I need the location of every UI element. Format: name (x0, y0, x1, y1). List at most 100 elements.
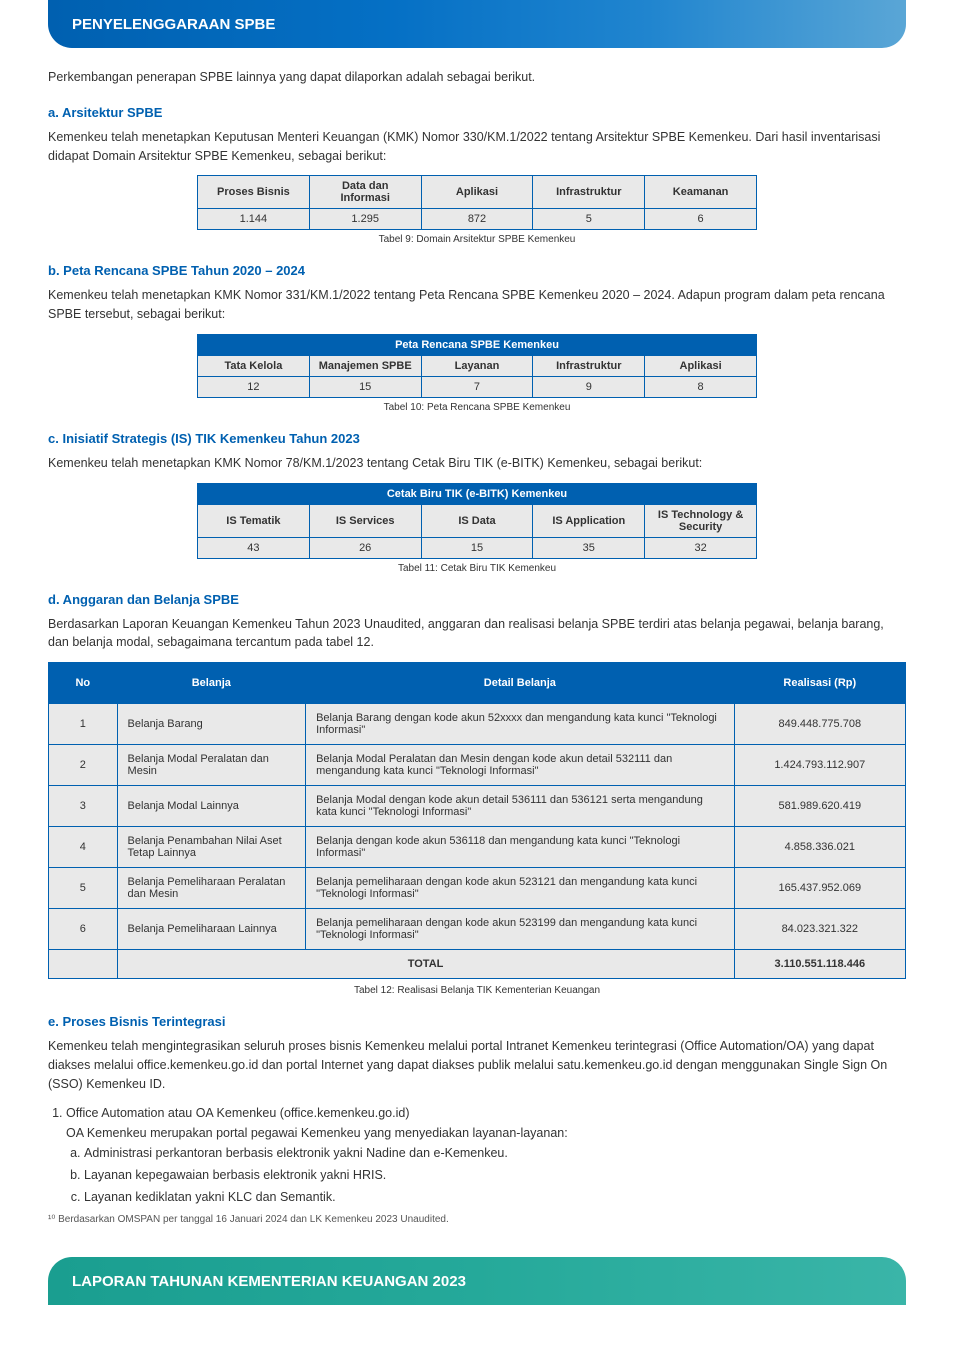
td: 9 (533, 376, 645, 397)
td: Belanja Modal Peralatan dan Mesin (117, 745, 306, 786)
th: Belanja (117, 663, 306, 704)
table-row: 43 26 15 35 32 (198, 537, 757, 558)
td: 4.858.336.021 (734, 827, 905, 868)
table-row: 1.144 1.295 872 5 6 (198, 209, 757, 230)
td (49, 950, 118, 979)
td: 32 (645, 537, 757, 558)
td: 6 (49, 909, 118, 950)
caption-table-10: Tabel 10: Peta Rencana SPBE Kemenkeu (48, 402, 906, 413)
th: IS Tematik (198, 504, 310, 537)
td: 12 (198, 376, 310, 397)
th: Data dan Informasi (309, 176, 421, 209)
footer-bar: LAPORAN TAHUNAN KEMENTERIAN KEUANGAN 202… (48, 1257, 906, 1305)
table-row: 2 Belanja Modal Peralatan dan Mesin Bela… (49, 745, 906, 786)
table-title: Peta Rencana SPBE Kemenkeu (198, 334, 757, 355)
td: Belanja Modal Lainnya (117, 786, 306, 827)
header-title: PENYELENGGARAAN SPBE (72, 16, 275, 33)
td: 43 (198, 537, 310, 558)
caption-table-11: Tabel 11: Cetak Biru TIK Kemenkeu (48, 563, 906, 574)
section-d-text: Berdasarkan Laporan Keuangan Kemenkeu Ta… (48, 615, 906, 653)
th: IS Application (533, 504, 645, 537)
td: 2 (49, 745, 118, 786)
table-realisasi-belanja: No Belanja Detail Belanja Realisasi (Rp)… (48, 662, 906, 979)
table-row: 3 Belanja Modal Lainnya Belanja Modal de… (49, 786, 906, 827)
table-row: 4 Belanja Penambahan Nilai Aset Tetap La… (49, 827, 906, 868)
caption-table-9: Tabel 9: Domain Arsitektur SPBE Kemenkeu (48, 234, 906, 245)
td: 5 (533, 209, 645, 230)
td: 849.448.775.708 (734, 704, 905, 745)
td: Belanja Pemeliharaan Peralatan dan Mesin (117, 868, 306, 909)
td: 15 (421, 537, 533, 558)
li-title: Office Automation atau OA Kemenkeu (offi… (66, 1106, 410, 1120)
td: Belanja Pemeliharaan Lainnya (117, 909, 306, 950)
th: Tata Kelola (198, 355, 310, 376)
th: Infrastruktur (533, 176, 645, 209)
list-item: Administrasi perkantoran berbasis elektr… (84, 1143, 906, 1163)
td: 6 (645, 209, 757, 230)
section-c-title: c. Inisiatif Strategis (IS) TIK Kemenkeu… (48, 431, 906, 446)
section-b-text: Kemenkeu telah menetapkan KMK Nomor 331/… (48, 286, 906, 324)
td: 1 (49, 704, 118, 745)
td: Belanja Barang dengan kode akun 52xxxx d… (306, 704, 735, 745)
th: Manajemen SPBE (309, 355, 421, 376)
td: 1.295 (309, 209, 421, 230)
td: 15 (309, 376, 421, 397)
section-d-title: d. Anggaran dan Belanja SPBE (48, 592, 906, 607)
td: 1.424.793.112.907 (734, 745, 905, 786)
intro-text: Perkembangan penerapan SPBE lainnya yang… (48, 68, 906, 87)
caption-table-12: Tabel 12: Realisasi Belanja TIK Kementer… (48, 985, 906, 996)
sublist: Administrasi perkantoran berbasis elektr… (66, 1143, 906, 1207)
table-row: Tata Kelola Manajemen SPBE Layanan Infra… (198, 355, 757, 376)
table-arsitektur: Proses Bisnis Data dan Informasi Aplikas… (197, 175, 757, 230)
table-peta-rencana: Peta Rencana SPBE Kemenkeu Tata Kelola M… (197, 334, 757, 398)
th: Aplikasi (421, 176, 533, 209)
section-e-text: Kemenkeu telah mengintegrasikan seluruh … (48, 1037, 906, 1093)
td: Belanja Barang (117, 704, 306, 745)
td: 4 (49, 827, 118, 868)
footnote: ¹⁰ Berdasarkan OMSPAN per tanggal 16 Jan… (48, 1213, 906, 1227)
list-item: Office Automation atau OA Kemenkeu (offi… (66, 1103, 906, 1207)
list-item: Layanan kepegawaian berbasis elektronik … (84, 1165, 906, 1185)
th: IS Technology & Security (645, 504, 757, 537)
section-a-title: a. Arsitektur SPBE (48, 105, 906, 120)
th: Realisasi (Rp) (734, 663, 905, 704)
table-row: Cetak Biru TIK (e-BITK) Kemenkeu (198, 483, 757, 504)
table-row: IS Tematik IS Services IS Data IS Applic… (198, 504, 757, 537)
th: Detail Belanja (306, 663, 735, 704)
td: 35 (533, 537, 645, 558)
li-text: OA Kemenkeu merupakan portal pegawai Kem… (66, 1126, 568, 1140)
list-item: Layanan kediklatan yakni KLC dan Semanti… (84, 1187, 906, 1207)
td: 3 (49, 786, 118, 827)
table-row: Peta Rencana SPBE Kemenkeu (198, 334, 757, 355)
td: Belanja dengan kode akun 536118 dan meng… (306, 827, 735, 868)
td-total: TOTAL (117, 950, 734, 979)
td: 872 (421, 209, 533, 230)
table-row: TOTAL 3.110.551.118.446 (49, 950, 906, 979)
table-title: Cetak Biru TIK (e-BITK) Kemenkeu (198, 483, 757, 504)
td: 26 (309, 537, 421, 558)
header-bar: PENYELENGGARAAN SPBE (48, 0, 906, 48)
td: 7 (421, 376, 533, 397)
td: 165.437.952.069 (734, 868, 905, 909)
th: Keamanan (645, 176, 757, 209)
th: Proses Bisnis (198, 176, 310, 209)
table-row: 12 15 7 9 8 (198, 376, 757, 397)
table-row: Proses Bisnis Data dan Informasi Aplikas… (198, 176, 757, 209)
footer-title: LAPORAN TAHUNAN KEMENTERIAN KEUANGAN 202… (72, 1273, 466, 1290)
th: Layanan (421, 355, 533, 376)
table-row: 6 Belanja Pemeliharaan Lainnya Belanja p… (49, 909, 906, 950)
list-proses-bisnis: Office Automation atau OA Kemenkeu (offi… (48, 1103, 906, 1207)
td: Belanja Penambahan Nilai Aset Tetap Lain… (117, 827, 306, 868)
td: Belanja Modal dengan kode akun detail 53… (306, 786, 735, 827)
th: Aplikasi (645, 355, 757, 376)
section-b-title: b. Peta Rencana SPBE Tahun 2020 – 2024 (48, 263, 906, 278)
th: IS Services (309, 504, 421, 537)
td: 3.110.551.118.446 (734, 950, 905, 979)
table-row: 5 Belanja Pemeliharaan Peralatan dan Mes… (49, 868, 906, 909)
td: Belanja Modal Peralatan dan Mesin dengan… (306, 745, 735, 786)
td: 84.023.321.322 (734, 909, 905, 950)
section-c-text: Kemenkeu telah menetapkan KMK Nomor 78/K… (48, 454, 906, 473)
section-a-text: Kemenkeu telah menetapkan Keputusan Ment… (48, 128, 906, 166)
table-cetak-biru: Cetak Biru TIK (e-BITK) Kemenkeu IS Tema… (197, 483, 757, 559)
td: 1.144 (198, 209, 310, 230)
